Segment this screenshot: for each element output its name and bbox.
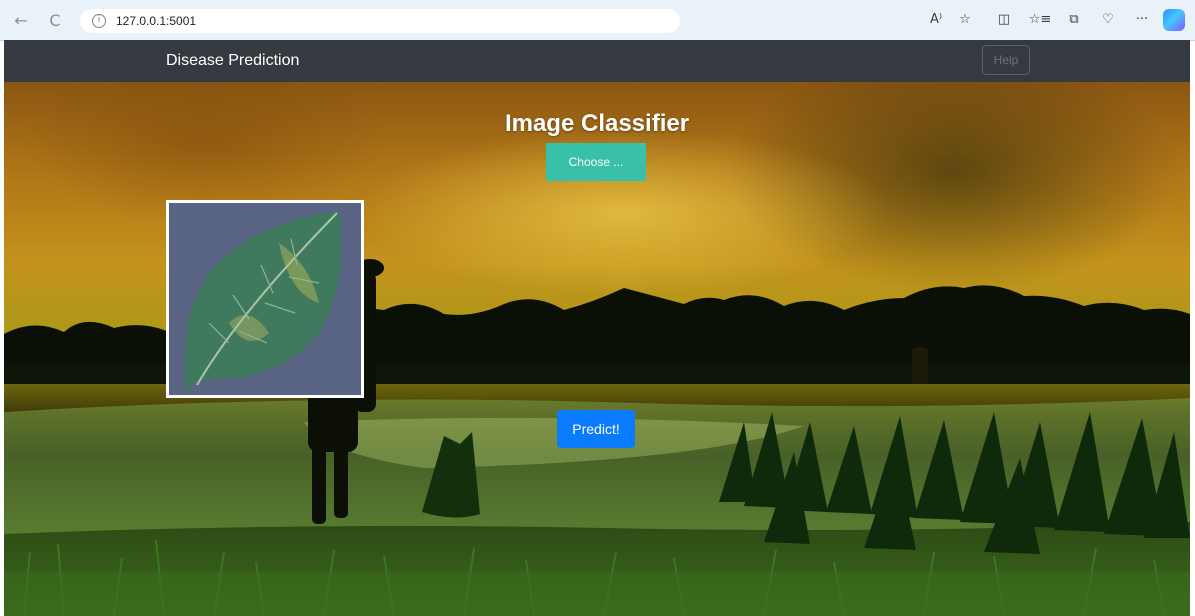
browser-toolbar: ← C i 127.0.0.1:5001 A⁾ ☆ ◫ ☆≡ ⧉ ♡ ··· <box>0 0 1195 41</box>
help-button[interactable]: Help <box>982 45 1030 75</box>
reload-icon[interactable]: C <box>44 9 66 31</box>
navbar-brand[interactable]: Disease Prediction <box>166 52 299 70</box>
back-arrow-icon[interactable]: ← <box>10 9 32 31</box>
site-info-icon[interactable]: i <box>92 14 106 28</box>
address-url[interactable]: 127.0.0.1:5001 <box>116 14 196 28</box>
app-navbar: Disease Prediction Help <box>4 40 1190 82</box>
predict-button[interactable]: Predict! <box>557 410 635 448</box>
address-bar[interactable]: i 127.0.0.1:5001 <box>80 9 680 33</box>
image-preview <box>166 200 364 398</box>
read-aloud-icon[interactable]: A⁾ <box>926 9 946 29</box>
browser-essentials-icon[interactable]: ♡ <box>1098 9 1118 29</box>
favorite-star-icon[interactable]: ☆ <box>955 9 975 29</box>
more-menu-icon[interactable]: ··· <box>1132 9 1152 29</box>
collections-icon[interactable]: ⧉ <box>1064 9 1084 29</box>
split-screen-icon[interactable]: ◫ <box>994 9 1014 29</box>
favorites-list-icon[interactable]: ☆≡ <box>1029 9 1052 29</box>
copilot-icon[interactable] <box>1163 9 1185 31</box>
page-title: Image Classifier <box>504 110 690 137</box>
hero-background: Image Classifier Choose ... Predict! <box>4 82 1190 616</box>
choose-file-button[interactable]: Choose ... <box>546 143 646 181</box>
leaf-image <box>169 203 361 395</box>
